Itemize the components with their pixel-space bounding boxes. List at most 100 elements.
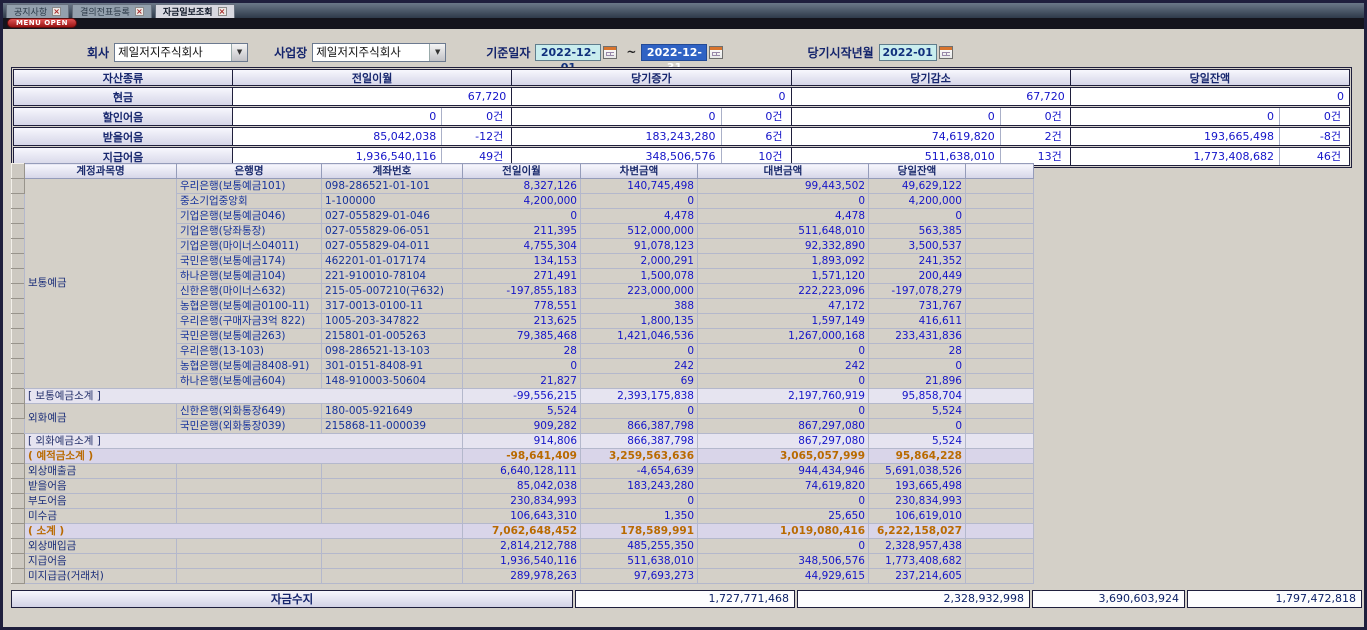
calendar-icon[interactable] xyxy=(939,46,953,59)
row-selector[interactable] xyxy=(12,299,25,314)
date-range-separator: ~ xyxy=(626,45,636,59)
row-selector[interactable] xyxy=(12,569,25,584)
detail-row[interactable]: 외상매입금2,814,212,788485,255,35002,328,957,… xyxy=(12,539,1034,554)
company-select[interactable]: 제일저지주식회사 ▼ xyxy=(114,43,248,62)
row-selector[interactable] xyxy=(12,269,25,284)
date-from-input[interactable]: 2022-12-01 xyxy=(535,44,601,61)
summary-amount: 193,665,498 xyxy=(1071,130,1279,143)
prev-balance-cell: 1,936,540,116 xyxy=(463,554,581,569)
row-selector[interactable] xyxy=(12,344,25,359)
row-selector[interactable] xyxy=(12,554,25,569)
detail-header: 계정과목명은행명계좌번호전일이월차변금액대변금액당일잔액 xyxy=(12,164,1034,179)
row-selector[interactable] xyxy=(12,389,25,404)
period-start-input[interactable]: 2022-01 xyxy=(879,44,937,61)
row-selector[interactable] xyxy=(12,284,25,299)
tab-결의전표등록[interactable]: 결의전표등록 × xyxy=(72,4,152,18)
credit-amount-cell: 2,197,760,919 xyxy=(698,389,869,404)
row-selector[interactable] xyxy=(12,419,25,434)
detail-row[interactable]: 미지급금(거래처)289,978,26397,693,27344,929,615… xyxy=(12,569,1034,584)
summary-value-cell: 74,619,8202건 xyxy=(791,128,1070,145)
prev-balance-cell: 134,153 xyxy=(463,254,581,269)
dropdown-arrow-icon[interactable]: ▼ xyxy=(429,44,445,61)
detail-row[interactable]: 미수금106,643,3101,35025,650106,619,010 xyxy=(12,509,1034,524)
account-number-cell xyxy=(322,464,463,479)
dropdown-arrow-icon[interactable]: ▼ xyxy=(231,44,247,61)
filler-cell xyxy=(966,224,1034,239)
debit-amount-cell: 1,800,135 xyxy=(581,314,698,329)
credit-amount-cell: 99,443,502 xyxy=(698,179,869,194)
row-selector[interactable] xyxy=(12,374,25,389)
row-selector[interactable] xyxy=(12,359,25,374)
debit-amount-cell: 3,259,563,636 xyxy=(581,449,698,464)
bank-name-cell: 기업은행(마이너스04011) xyxy=(177,239,322,254)
tab-close-icon[interactable]: × xyxy=(218,7,227,16)
credit-amount-cell: 348,506,576 xyxy=(698,554,869,569)
prev-balance-cell: 85,042,038 xyxy=(463,479,581,494)
row-selector[interactable] xyxy=(12,314,25,329)
tab-close-icon[interactable]: × xyxy=(135,7,144,16)
detail-row[interactable]: ( 예적금소계 )-98,641,4093,259,563,6363,065,0… xyxy=(12,449,1034,464)
row-selector[interactable] xyxy=(12,524,25,539)
workplace-select[interactable]: 제일저지주식회사 ▼ xyxy=(312,43,446,62)
row-selector[interactable] xyxy=(12,239,25,254)
summary-count: 46건 xyxy=(1279,148,1349,165)
row-selector[interactable] xyxy=(12,404,25,419)
detail-row[interactable]: 보통예금우리은행(보통예금101)098-286521-01-1018,327,… xyxy=(12,179,1034,194)
credit-amount-cell: 867,297,080 xyxy=(698,434,869,449)
row-selector[interactable] xyxy=(12,179,25,194)
row-selector[interactable] xyxy=(12,254,25,269)
detail-row[interactable]: 외상매출금6,640,128,111-4,654,639944,434,9465… xyxy=(12,464,1034,479)
daily-balance-cell: 3,500,537 xyxy=(869,239,966,254)
tab-공지사항[interactable]: 공지사항× xyxy=(6,4,69,18)
menu-open-button[interactable]: MENU OPEN xyxy=(7,18,77,28)
detail-row[interactable]: 외화예금신한은행(외화통장649)180-005-9216495,524005,… xyxy=(12,404,1034,419)
footer-row: 자금수지 1,727,771,4682,328,932,9983,690,603… xyxy=(11,590,1362,608)
grid-corner-cell xyxy=(12,164,25,179)
summary-amount: 0 xyxy=(1071,110,1279,123)
tab-자금일보조회[interactable]: 자금일보조회× xyxy=(155,4,235,18)
bank-name-cell: 하나은행(보통예금604) xyxy=(177,374,322,389)
summary-value-cell: 67,720 xyxy=(232,88,511,105)
row-selector[interactable] xyxy=(12,509,25,524)
account-number-cell xyxy=(322,479,463,494)
debit-amount-cell: 97,693,273 xyxy=(581,569,698,584)
summary-value-cell: 193,665,498-8건 xyxy=(1070,128,1349,145)
row-selector[interactable] xyxy=(12,539,25,554)
row-selector[interactable] xyxy=(12,479,25,494)
bank-name-cell: 중소기업중앙회 xyxy=(177,194,322,209)
row-selector[interactable] xyxy=(12,464,25,479)
summary-row-label: 현금 xyxy=(14,88,232,105)
prev-balance-cell: -197,855,183 xyxy=(463,284,581,299)
row-selector[interactable] xyxy=(12,494,25,509)
account-number-cell: 027-055829-04-011 xyxy=(322,239,463,254)
debit-amount-cell: 1,500,078 xyxy=(581,269,698,284)
daily-balance-cell: 241,352 xyxy=(869,254,966,269)
detail-row[interactable]: 지급어음1,936,540,116511,638,010348,506,5761… xyxy=(12,554,1034,569)
bank-name-cell: 신한은행(외화통장649) xyxy=(177,404,322,419)
debit-amount-cell: 1,421,046,536 xyxy=(581,329,698,344)
detail-row[interactable]: 받을어음85,042,038183,243,28074,619,820193,6… xyxy=(12,479,1034,494)
detail-row[interactable]: 부도어음230,834,99300230,834,993 xyxy=(12,494,1034,509)
account-name-cell: ( 예적금소계 ) xyxy=(25,449,463,464)
prev-balance-cell: 28 xyxy=(463,344,581,359)
account-name-cell: [ 보통예금소계 ] xyxy=(25,389,463,404)
row-selector[interactable] xyxy=(12,224,25,239)
row-selector[interactable] xyxy=(12,194,25,209)
row-selector[interactable] xyxy=(12,449,25,464)
detail-row[interactable]: ( 소계 )7,062,648,452178,589,9911,019,080,… xyxy=(12,524,1034,539)
row-selector[interactable] xyxy=(12,209,25,224)
calendar-icon[interactable] xyxy=(709,46,723,59)
prev-balance-cell: -99,556,215 xyxy=(463,389,581,404)
detail-row[interactable]: [ 보통예금소계 ]-99,556,2152,393,175,8382,197,… xyxy=(12,389,1034,404)
debit-amount-cell: 183,243,280 xyxy=(581,479,698,494)
row-selector[interactable] xyxy=(12,329,25,344)
tab-label: 결의전표등록 xyxy=(80,5,130,18)
calendar-icon[interactable] xyxy=(603,46,617,59)
date-to-input[interactable]: 2022-12-31 xyxy=(641,44,707,61)
detail-row[interactable]: [ 외화예금소계 ]914,806866,387,798867,297,0805… xyxy=(12,434,1034,449)
credit-amount-cell: 0 xyxy=(698,194,869,209)
account-name-cell: 받을어음 xyxy=(25,479,177,494)
tab-close-icon[interactable]: × xyxy=(52,7,61,16)
summary-row-label: 받을어음 xyxy=(14,128,232,145)
row-selector[interactable] xyxy=(12,434,25,449)
